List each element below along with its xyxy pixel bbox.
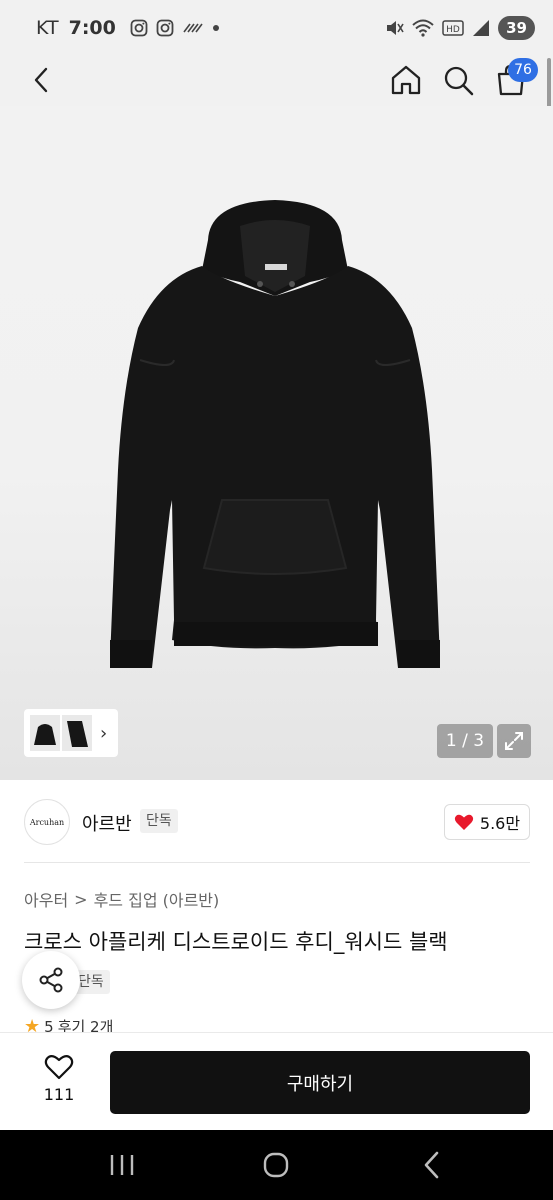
back-icon — [34, 67, 48, 93]
instagram-icon — [156, 19, 174, 37]
system-home-icon — [263, 1152, 289, 1178]
wishlist-button[interactable]: 111 — [38, 1053, 80, 1113]
battery-indicator: 39 — [498, 16, 535, 40]
top-app-bar: 76 — [0, 56, 553, 106]
product-image-gallery[interactable]: › 1 / 3 — [0, 106, 553, 780]
like-button[interactable]: 5.6만 — [444, 804, 530, 840]
wifi-icon — [412, 19, 434, 37]
share-icon — [39, 967, 63, 993]
status-bar: KT 7:00 HD 39 — [0, 0, 553, 56]
status-right: HD 39 — [384, 16, 535, 40]
system-back-icon — [424, 1151, 439, 1179]
purchase-bar: 111 구매하기 — [0, 1032, 553, 1130]
zigzag-app-icon — [183, 23, 203, 33]
dot-icon — [212, 25, 219, 31]
expand-icon — [505, 732, 523, 750]
recents-icon — [110, 1155, 134, 1175]
thumbnail-2[interactable] — [62, 715, 92, 751]
recents-button[interactable] — [108, 1152, 136, 1178]
home-icon — [391, 65, 421, 95]
brand-row: Arcuhan 아르반 단독 5.6만 — [0, 780, 553, 864]
system-home-button[interactable] — [262, 1152, 290, 1178]
breadcrumb-item-outer[interactable]: 아우터 — [24, 887, 68, 911]
image-counter: 1 / 3 — [437, 724, 493, 758]
clock: 7:00 — [68, 17, 116, 39]
mute-icon — [387, 21, 404, 35]
breadcrumb-separator: > — [74, 889, 88, 909]
product-title: 크로스 아플리케 디스트로이드 후디_워시드 블랙 — [24, 930, 448, 954]
breadcrumb-item-hood-zipup[interactable]: 후드 집업 (아르반) — [94, 887, 220, 911]
hd-icon: HD — [442, 20, 464, 36]
status-left: KT 7:00 — [36, 17, 220, 39]
svg-text:HD: HD — [446, 25, 460, 35]
expand-image-button[interactable] — [497, 724, 531, 758]
thumbnail-strip[interactable]: › — [24, 709, 118, 757]
product-image — [110, 200, 440, 668]
brand-name[interactable]: 아르반 — [82, 810, 132, 836]
system-navigation-bar — [0, 1130, 553, 1200]
like-count: 5.6만 — [479, 814, 521, 833]
buy-button[interactable]: 구매하기 — [110, 1051, 530, 1114]
instagram-icon — [130, 19, 148, 37]
back-button[interactable] — [26, 64, 58, 96]
heart-filled-icon — [454, 814, 474, 830]
system-back-button[interactable] — [418, 1150, 446, 1180]
wishlist-count: 111 — [43, 1085, 75, 1104]
divider — [24, 862, 530, 863]
home-button[interactable] — [389, 63, 423, 97]
search-icon — [444, 66, 474, 96]
search-button[interactable] — [441, 63, 475, 97]
brand-logo-text: Arcuhan — [29, 817, 65, 827]
notification-icons — [130, 19, 220, 37]
carrier-label: KT — [36, 17, 59, 39]
heart-icon — [44, 1055, 74, 1080]
signal-icon — [473, 20, 490, 36]
brand-logo[interactable]: Arcuhan — [24, 799, 70, 845]
cart-count-badge: 76 — [508, 58, 538, 82]
share-button[interactable] — [22, 951, 80, 1009]
brand-exclusive-badge: 단독 — [140, 809, 178, 833]
thumbnail-next-icon: › — [100, 722, 108, 744]
thumbnail-1[interactable] — [30, 715, 60, 751]
breadcrumb: 아우터 > 후드 집업 (아르반) — [24, 887, 219, 911]
